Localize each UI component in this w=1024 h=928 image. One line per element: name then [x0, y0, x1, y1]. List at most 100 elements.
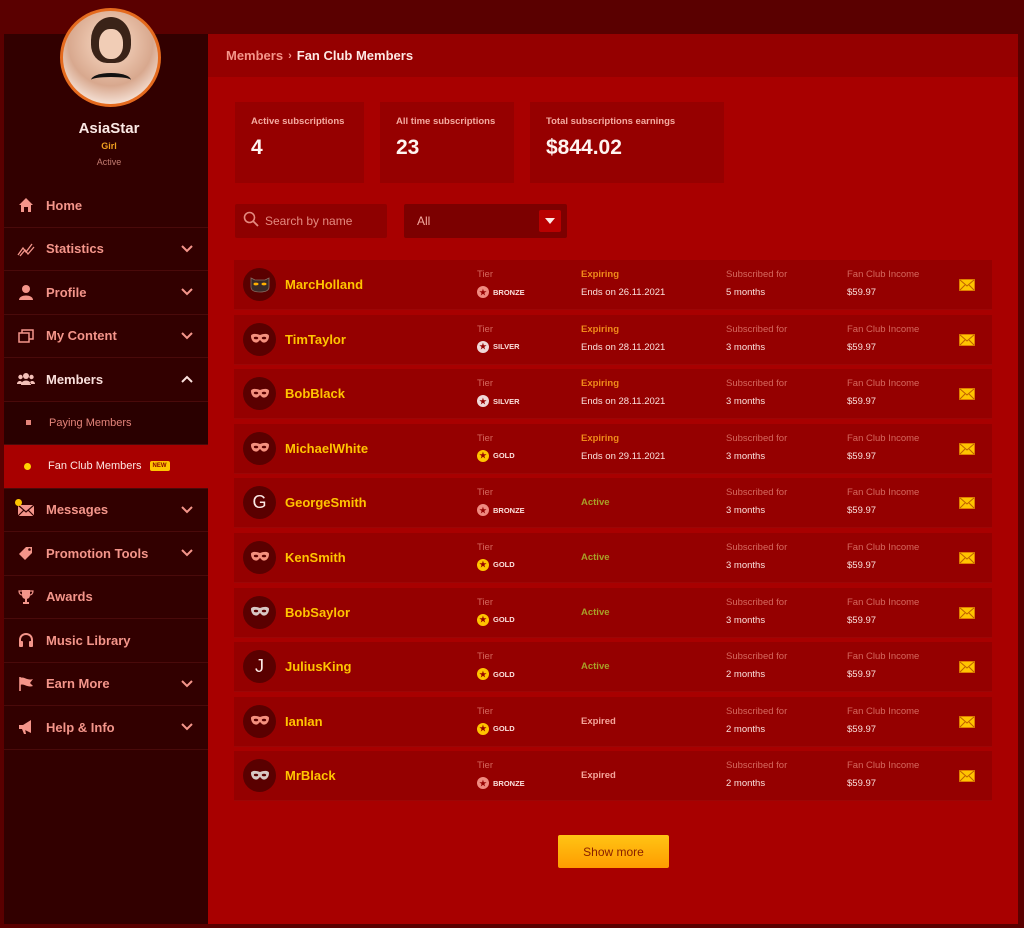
stat-all-time-subscriptions: All time subscriptions 23 [380, 102, 514, 183]
send-message-icon[interactable] [959, 660, 975, 674]
send-message-icon[interactable] [959, 551, 975, 564]
tier-label: Tier [477, 760, 494, 772]
mask-avatar-icon[interactable] [243, 377, 276, 411]
notification-dot [15, 498, 22, 506]
sidebar-item-messages[interactable]: Messages [4, 489, 208, 532]
sidebar-item-earn-more[interactable]: Earn More [4, 663, 208, 706]
sidebar-item-members[interactable]: Members [4, 358, 208, 402]
member-row: BobSaylor Tier ★ GOLD Active Subscribed … [234, 587, 992, 638]
tier-name: SILVER [493, 342, 520, 352]
stat-value: $844.02 [546, 136, 622, 159]
status-filter-select[interactable]: All [404, 204, 567, 238]
tier-name: BRONZE [493, 505, 525, 515]
mask-avatar-icon[interactable] [243, 704, 276, 738]
member-row: KenSmith Tier ★ GOLD Active Subscribed f… [234, 532, 992, 583]
member-name-link[interactable]: KenSmith [285, 550, 346, 565]
income-value: $59.97 [847, 559, 877, 571]
users-icon [17, 370, 35, 388]
tier-name: GOLD [493, 724, 515, 734]
tier-value: ★ GOLD [477, 449, 515, 462]
income-label: Fan Club Income [847, 323, 920, 335]
chart-line-icon [17, 240, 35, 258]
tier-label: Tier [477, 378, 494, 390]
star-icon: ★ [477, 286, 489, 298]
tier-name: SILVER [493, 396, 520, 406]
income-label: Fan Club Income [847, 378, 920, 390]
sidebar-subitem-paying-members[interactable]: Paying Members [4, 401, 208, 445]
chevron-down-icon[interactable] [180, 546, 194, 560]
sidebar-item-promotion-tools[interactable]: Promotion Tools [4, 532, 208, 576]
member-name-link[interactable]: MarcHolland [285, 277, 363, 292]
income-label: Fan Club Income [847, 541, 920, 553]
send-message-icon[interactable] [959, 278, 975, 291]
subscribed-for-label: Subscribed for [726, 596, 788, 608]
search-input[interactable] [265, 214, 375, 228]
mask-avatar-icon[interactable] [243, 759, 276, 793]
headphones-icon [17, 631, 35, 649]
member-name-link[interactable]: TimTaylor [285, 332, 346, 347]
member-name-link[interactable]: BobSaylor [285, 605, 350, 620]
member-name-link[interactable]: BobBlack [285, 386, 345, 401]
sidebar-item-home[interactable]: Home [4, 184, 208, 228]
send-message-icon[interactable] [959, 769, 975, 783]
send-message-icon[interactable] [959, 496, 975, 510]
sidebar-subitem-fan-club-members[interactable]: Fan Club Members NEW [4, 445, 208, 489]
sidebar-item-label: Messages [46, 502, 109, 518]
chevron-down-icon[interactable] [180, 285, 194, 299]
sidebar-item-music-library[interactable]: Music Library [4, 619, 208, 663]
chevron-down-icon[interactable] [180, 242, 194, 256]
tier-name: BRONZE [493, 287, 525, 297]
subscribed-for-value: 2 months [726, 723, 766, 735]
page-title: Fan Club Members [296, 48, 414, 63]
chevron-down-icon[interactable] [180, 503, 194, 517]
search-box[interactable] [235, 204, 387, 238]
member-name-link[interactable]: GeorgeSmith [285, 495, 367, 510]
member-avatar-letter[interactable]: J [243, 650, 276, 684]
profile-avatar[interactable] [60, 8, 161, 107]
sidebar-item-label: My Content [46, 328, 117, 344]
caret-down-icon[interactable] [539, 210, 561, 232]
subscribed-for-value: 5 months [726, 287, 766, 298]
sidebar-item-profile[interactable]: Profile [4, 271, 208, 315]
send-message-icon[interactable] [959, 715, 975, 728]
member-name-link[interactable]: MichaelWhite [285, 441, 368, 456]
sidebar-item-help-info[interactable]: Help & Info [4, 706, 208, 750]
tier-value: ★ SILVER [477, 395, 520, 408]
send-message-icon[interactable] [959, 606, 975, 619]
income-label: Fan Club Income [847, 269, 920, 280]
member-name-link[interactable]: MrBlack [285, 768, 336, 783]
tier-name: GOLD [493, 451, 515, 461]
chevron-down-icon[interactable] [180, 677, 194, 691]
member-row: MarcHolland Tier ★ BRONZE Expiring Ends … [234, 260, 992, 310]
chevron-up-icon[interactable] [180, 372, 194, 386]
income-value: $59.97 [847, 341, 877, 353]
member-avatar-letter[interactable]: G [243, 486, 276, 520]
sidebar-item-label: Profile [46, 284, 87, 300]
home-icon [17, 196, 35, 214]
tier-label: Tier [477, 432, 494, 444]
mask-avatar-icon[interactable] [243, 595, 276, 629]
subscribed-for-value: 3 months [726, 614, 766, 626]
tier-label: Tier [477, 541, 494, 553]
mask-avatar-icon[interactable] [243, 540, 276, 574]
cat-mask-avatar-icon[interactable] [243, 268, 276, 301]
breadcrumb-parent-link[interactable]: Members [226, 48, 283, 63]
sidebar-item-statistics[interactable]: Statistics [4, 228, 208, 271]
show-more-button[interactable]: Show more [558, 835, 669, 868]
send-message-icon[interactable] [959, 387, 975, 401]
sidebar-item-label: Home [46, 197, 83, 213]
sidebar: AsiaStar Girl Active Home Statistics Pro… [4, 8, 208, 924]
sidebar-item-my-content[interactable]: My Content [4, 315, 208, 358]
send-message-icon[interactable] [959, 442, 975, 455]
mask-avatar-icon[interactable] [243, 431, 276, 465]
chevron-down-icon[interactable] [180, 720, 194, 734]
income-value: $59.97 [847, 505, 877, 517]
send-message-icon[interactable] [959, 333, 975, 346]
mask-avatar-icon[interactable] [243, 322, 276, 356]
tier-name: GOLD [493, 560, 515, 570]
sidebar-item-awards[interactable]: Awards [4, 576, 208, 619]
member-name-link[interactable]: IanIan [285, 714, 323, 729]
chevron-down-icon[interactable] [180, 329, 194, 343]
member-name-link[interactable]: JuliusKing [285, 659, 351, 674]
income-label: Fan Club Income [847, 705, 920, 717]
